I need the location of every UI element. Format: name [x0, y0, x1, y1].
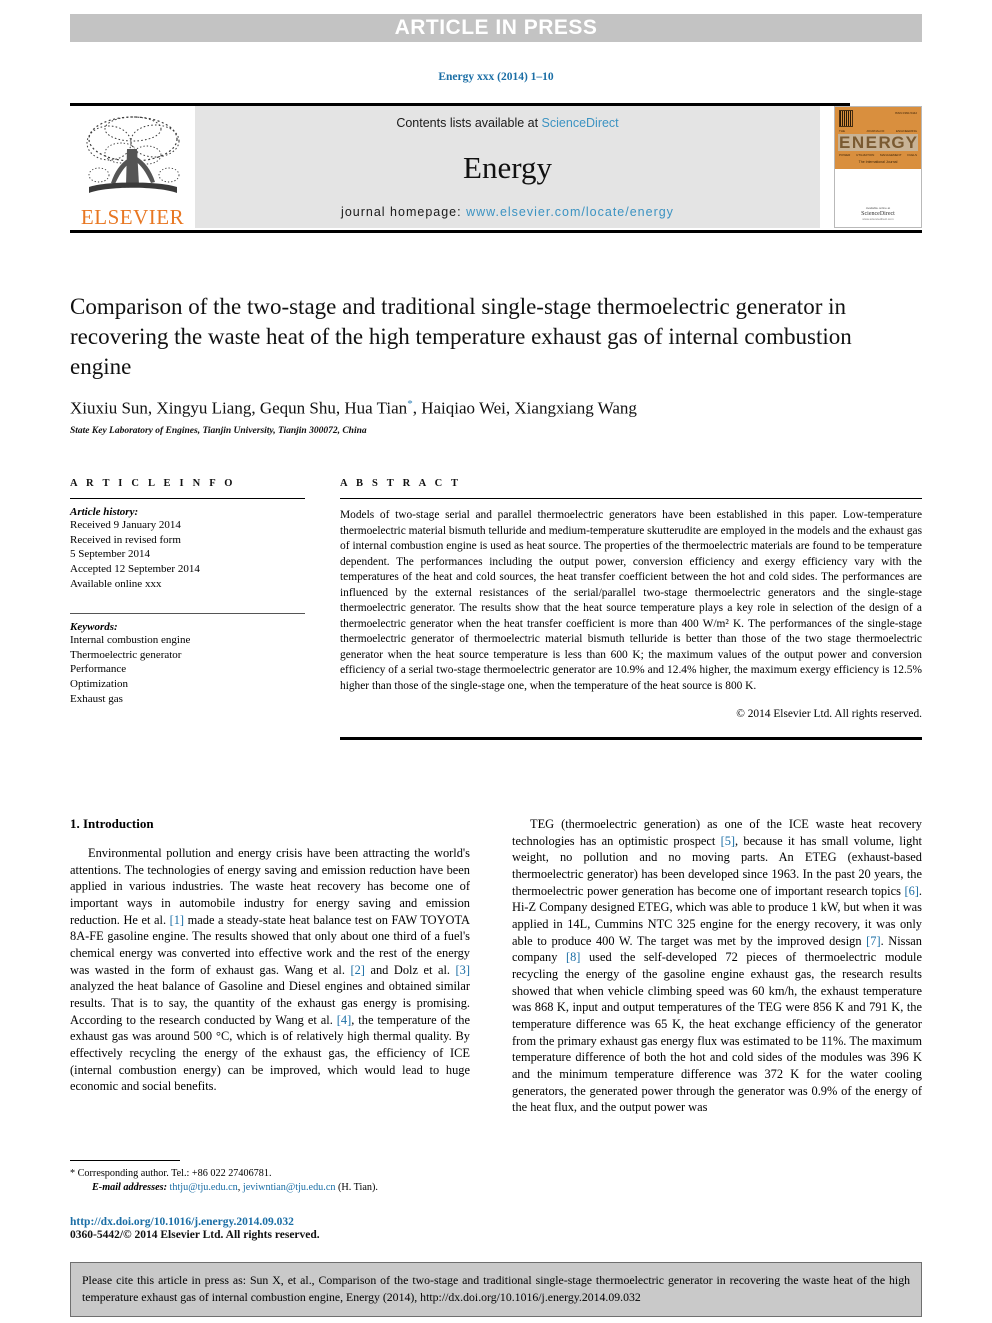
- article-history-list: Received 9 January 2014 Received in revi…: [70, 518, 305, 591]
- cover-letter-2: E: [864, 133, 878, 152]
- author-names-tail: , Haiqiao Wei, Xiangxiang Wang: [412, 398, 637, 418]
- affiliation: State Key Laboratory of Engines, Tianjin…: [70, 426, 367, 437]
- keywords-rule: [70, 613, 305, 615]
- abstract-heading: A B S T R A C T: [340, 478, 462, 489]
- masthead-center-block: Contents lists available at ScienceDirec…: [195, 106, 820, 228]
- email-suffix: (H. Tian).: [335, 1182, 378, 1194]
- doi-area: http://dx.doi.org/10.1016/j.energy.2014.…: [70, 1216, 500, 1241]
- citation-ref-2[interactable]: [2]: [350, 963, 364, 977]
- journal-cover-top: ISSN 0360-5442 THE INTERNATIONAL JOURNAL…: [835, 107, 921, 169]
- article-info-column: A R T I C L E I N F O Article history: R…: [70, 478, 305, 706]
- citation-ref-4[interactable]: [4]: [337, 1013, 351, 1027]
- cover-foot-2: MANAGEMENT: [880, 153, 902, 157]
- journal-reference-line: Energy xxx (2014) 1–10: [438, 71, 554, 83]
- citation-ref-7[interactable]: [7]: [866, 934, 880, 948]
- cover-foot-row: POWER UTILIZATION MANAGEMENT FUELS: [839, 153, 917, 157]
- email-link-1[interactable]: thtju@tju.edu.cn: [170, 1182, 238, 1193]
- keyword-item: Optimization: [70, 678, 129, 690]
- cover-letter-0: E: [838, 133, 852, 152]
- cover-letter-1: N: [851, 133, 865, 152]
- history-item: Available online xxx: [70, 577, 162, 590]
- keywords-list: Internal combustion engine Thermoelectri…: [70, 633, 305, 706]
- cite-this-article-text: Please cite this article in press as: Su…: [82, 1273, 910, 1304]
- history-item: Received in revised form: [70, 533, 181, 546]
- cover-letter-4: G: [891, 133, 905, 152]
- cover-tagline: The International Journal: [858, 160, 898, 164]
- journal-homepage-link[interactable]: www.elsevier.com/locate/energy: [466, 205, 674, 219]
- corresponding-author-note: * Corresponding author. Tel.: +86 022 27…: [70, 1168, 272, 1179]
- cover-foot-0: POWER: [839, 153, 851, 157]
- contents-lists-prefix: Contents lists available at: [396, 116, 542, 130]
- history-item: Received 9 January 2014: [70, 519, 181, 531]
- keyword-item: Performance: [70, 663, 127, 676]
- doi-link[interactable]: http://dx.doi.org/10.1016/j.energy.2014.…: [70, 1216, 500, 1228]
- abstract-body: Models of two-stage serial and parallel …: [340, 509, 922, 692]
- cover-foot-3: FUELS: [907, 153, 917, 157]
- issn-copyright-line: 0360-5442/© 2014 Elsevier Ltd. All right…: [70, 1229, 320, 1241]
- article-info-heading: A R T I C L E I N F O: [70, 478, 236, 489]
- sciencedirect-link[interactable]: ScienceDirect: [542, 116, 619, 130]
- email-link-2[interactable]: jeviwntian@tju.edu.cn: [243, 1182, 336, 1193]
- cover-letter-3: R: [877, 133, 892, 152]
- keywords-label: Keywords:: [70, 621, 118, 634]
- article-info-rule: [70, 498, 305, 499]
- cover-available-label: Available online at: [865, 206, 891, 210]
- elsevier-tree-icon: [86, 116, 179, 193]
- abstract-bottom-rule: [340, 737, 922, 740]
- citation-ref-8[interactable]: [8]: [566, 950, 580, 964]
- email-addresses-label: E-mail addresses:: [92, 1182, 167, 1194]
- abstract-rule: [340, 498, 922, 499]
- keyword-item: Exhaust gas: [70, 692, 123, 705]
- cover-letter-5: Y: [904, 133, 918, 152]
- cover-energy-wordmark: E N E R G Y: [838, 134, 918, 151]
- author-names: Xiuxiu Sun, Xingyu Liang, Gequn Shu, Hua…: [70, 398, 408, 418]
- keyword-item: Internal combustion engine: [70, 634, 191, 647]
- article-in-press-label: ARTICLE IN PRESS: [394, 16, 598, 39]
- introduction-paragraph-right: TEG (thermoelectric generation) as one o…: [512, 816, 922, 1116]
- footnote-area: * Corresponding author. Tel.: +86 022 27…: [70, 1160, 470, 1196]
- journal-masthead: ELSEVIER Contents lists available at Sci…: [70, 103, 922, 233]
- citation-ref-1[interactable]: [1]: [170, 913, 184, 927]
- body-left-column: 1. Introduction Environmental pollution …: [70, 816, 470, 1095]
- barcode-icon: [839, 110, 853, 127]
- citation-ref-3[interactable]: [3]: [456, 963, 470, 977]
- abstract-column: A B S T R A C T Models of two-stage seri…: [340, 478, 922, 740]
- email-addresses-line: E-mail addresses: thtju@tju.edu.cn, jevi…: [70, 1181, 470, 1195]
- journal-cover-bottom: Available online at ScienceDirect www.sc…: [835, 169, 921, 227]
- article-history-label: Article history:: [70, 506, 139, 518]
- journal-cover-thumbnail: ISSN 0360-5442 THE INTERNATIONAL JOURNAL…: [834, 106, 922, 228]
- abstract-copyright: © 2014 Elsevier Ltd. All rights reserved…: [736, 708, 922, 720]
- history-item: Accepted 12 September 2014: [70, 562, 200, 575]
- masthead-bottom-rule: [70, 230, 922, 233]
- footnote-rule: [70, 1160, 180, 1161]
- cover-issn: ISSN 0360-5442: [894, 111, 917, 115]
- cover-sciencedirect-url: www.sciencedirect.com: [862, 217, 894, 221]
- contents-lists-line: Contents lists available at ScienceDirec…: [396, 116, 618, 130]
- journal-title: Energy: [463, 150, 552, 185]
- journal-homepage-prefix: journal homepage:: [341, 205, 467, 219]
- article-in-press-banner: ARTICLE IN PRESS: [70, 14, 922, 42]
- introduction-heading: 1. Introduction: [70, 816, 154, 831]
- intro-right-seg-5: used the self-developed 72 pieces of the…: [512, 950, 922, 1115]
- author-list: Xiuxiu Sun, Xingyu Liang, Gequn Shu, Hua…: [70, 398, 860, 419]
- history-item: 5 September 2014: [70, 548, 151, 561]
- page-title: Comparison of the two-stage and traditio…: [70, 294, 852, 379]
- intro-left-seg-3: and Dolz et al.: [364, 962, 456, 977]
- elsevier-wordmark: ELSEVIER: [80, 205, 185, 229]
- citation-ref-6[interactable]: [6]: [904, 884, 918, 898]
- elsevier-logo: ELSEVIER: [70, 106, 195, 228]
- journal-homepage-line: journal homepage: www.elsevier.com/locat…: [341, 205, 674, 219]
- citation-ref-5[interactable]: [5]: [721, 834, 735, 848]
- title-block: Comparison of the two-stage and traditio…: [70, 292, 860, 436]
- cover-foot-1: UTILIZATION: [856, 153, 875, 157]
- introduction-paragraph-left: Environmental pollution and energy crisi…: [70, 845, 470, 1095]
- body-right-column: TEG (thermoelectric generation) as one o…: [512, 816, 922, 1116]
- keyword-item: Thermoelectric generator: [70, 648, 182, 661]
- cite-this-article-box: Please cite this article in press as: Su…: [70, 1262, 922, 1317]
